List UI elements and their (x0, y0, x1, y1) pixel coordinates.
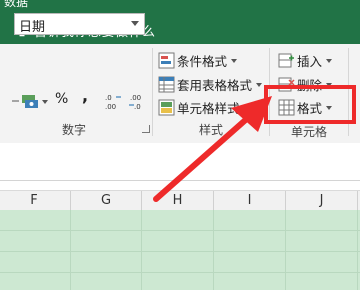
svg-text:.0: .0 (134, 103, 141, 111)
worksheet-grid[interactable] (0, 210, 360, 290)
conditional-format-icon (158, 52, 175, 69)
column-headers: F G H I J (0, 190, 360, 211)
number-group-label: 数字 (62, 123, 87, 137)
dropdown-arrow-icon (231, 58, 238, 63)
conditional-format-label: 条件格式 (177, 54, 228, 69)
cell-styles-label: 单元格样式 (177, 101, 240, 116)
decrease-decimal-icon[interactable]: .00 .0 (128, 92, 148, 112)
grid-line (285, 210, 286, 290)
grid-line (70, 210, 71, 290)
dropdown-arrow-icon (326, 58, 333, 63)
column-header-f[interactable]: F (0, 191, 71, 210)
increase-decimal-icon[interactable]: .0 .00 (103, 92, 123, 112)
number-format-dropdown[interactable]: 日期 (14, 13, 145, 35)
dropdown-arrow-icon (42, 100, 48, 104)
accounting-icon (12, 95, 38, 108)
grid-line (141, 210, 142, 290)
cells-group-label: 单元格 (291, 125, 328, 139)
insert-label: 插入 (297, 54, 323, 69)
grid-line (0, 251, 360, 252)
format-as-table-button[interactable]: 套用表格格式 (158, 75, 263, 94)
insert-cells-icon (278, 53, 294, 68)
column-header-i[interactable]: I (214, 191, 286, 210)
number-format-value: 日期 (19, 20, 46, 35)
group-separator (152, 48, 153, 136)
format-as-table-label: 套用表格格式 (177, 78, 253, 93)
grid-line (0, 230, 360, 231)
column-header-j[interactable]: J (286, 191, 358, 210)
formula-bar[interactable] (0, 143, 360, 181)
svg-text:.00: .00 (105, 103, 116, 111)
column-header-g[interactable]: G (71, 191, 142, 210)
accounting-format-button[interactable] (10, 92, 48, 112)
chevron-down-icon (131, 21, 139, 26)
grid-line (213, 210, 214, 290)
window-title-fragment: 数据 (4, 0, 29, 9)
column-header-h[interactable]: H (142, 191, 214, 210)
svg-text:.00: .00 (130, 94, 141, 102)
percent-label: % (55, 91, 69, 107)
dropdown-arrow-icon (243, 105, 250, 110)
comma-label: , (82, 86, 89, 105)
svg-text:.0: .0 (105, 94, 112, 102)
dropdown-arrow-icon (256, 82, 263, 87)
dialog-launcher-icon[interactable] (142, 125, 150, 133)
styles-group-label: 样式 (199, 123, 224, 137)
cell-styles-button[interactable]: 单元格样式 (158, 98, 250, 117)
table-icon (158, 76, 175, 93)
percent-style-button[interactable]: % (55, 91, 68, 107)
grid-line (0, 272, 360, 273)
comma-style-button[interactable]: , (82, 86, 88, 105)
cell-styles-icon (158, 99, 175, 116)
conditional-format-button[interactable]: 条件格式 (158, 51, 238, 70)
insert-button[interactable]: 插入 (278, 51, 333, 70)
grid-line (357, 210, 358, 290)
highlight-box (264, 85, 356, 124)
